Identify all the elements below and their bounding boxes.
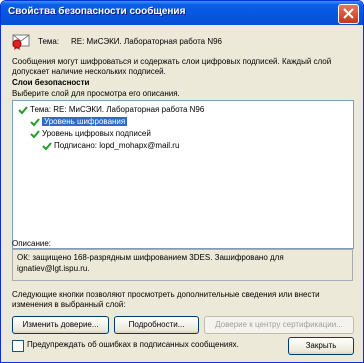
subject-value: RE: МиСЭКИ. Лабораторная работа N96 (71, 37, 223, 46)
title-bar: Свойства безопасности сообщения (1, 1, 363, 25)
intro-text: Сообщения могут шифроваться и содержать … (12, 57, 332, 76)
tree-item-label: Подписано: lopd_mohapx@mail.ru (54, 141, 180, 150)
tree-item-signature-layer[interactable]: Уровень цифровых подписей (30, 128, 151, 139)
layers-heading: Слои безопасности (12, 78, 90, 87)
tree-item-label: Уровень шифрования (42, 117, 128, 126)
close-button[interactable]: Закрыть (288, 337, 354, 355)
warn-errors-label: Предупреждать об ошибках в подписанных с… (27, 340, 239, 349)
security-layers-tree[interactable]: Тема: RE: МиСЭКИ. Лабораторная работа N9… (12, 100, 354, 249)
green-check-icon (18, 106, 28, 115)
signed-message-icon (12, 34, 30, 50)
window-title: Свойства безопасности сообщения (8, 6, 186, 17)
green-check-icon (30, 130, 40, 139)
warn-errors-checkbox[interactable] (12, 340, 24, 352)
tree-item-subject[interactable]: Тема: RE: МиСЭКИ. Лабораторная работа N9… (18, 104, 204, 115)
trust-ca-button[interactable]: Доверие к центру сертификации... (204, 316, 354, 334)
description-label: Описание: (12, 239, 52, 248)
tree-item-signer[interactable]: Подписано: lopd_mohapx@mail.ru (42, 140, 179, 151)
close-icon (343, 8, 354, 19)
green-check-icon (42, 142, 52, 151)
tree-item-label: Уровень цифровых подписей (42, 129, 151, 138)
green-check-icon (30, 118, 40, 127)
dialog-body: Тема: RE: МиСЭКИ. Лабораторная работа N9… (5, 25, 359, 358)
layers-hint: Выберите слой для просмотра его описания… (12, 89, 180, 98)
security-properties-dialog: Свойства безопасности сообщения Тема: RE… (0, 0, 364, 363)
buttons-info-text: Следующие кнопки позволяют просмотреть д… (12, 290, 320, 309)
tree-item-encryption-layer[interactable]: Уровень шифрования (30, 116, 128, 127)
change-trust-button[interactable]: Изменить доверие... (12, 316, 109, 334)
description-box: ОК: защищено 168-разрядным шифрованием 3… (12, 249, 353, 281)
window-close-button[interactable] (338, 4, 359, 24)
details-button[interactable]: Подробности... (114, 316, 199, 334)
subject-label: Тема: (38, 37, 60, 46)
tree-item-label: Тема: RE: МиСЭКИ. Лабораторная работа N9… (30, 105, 205, 114)
